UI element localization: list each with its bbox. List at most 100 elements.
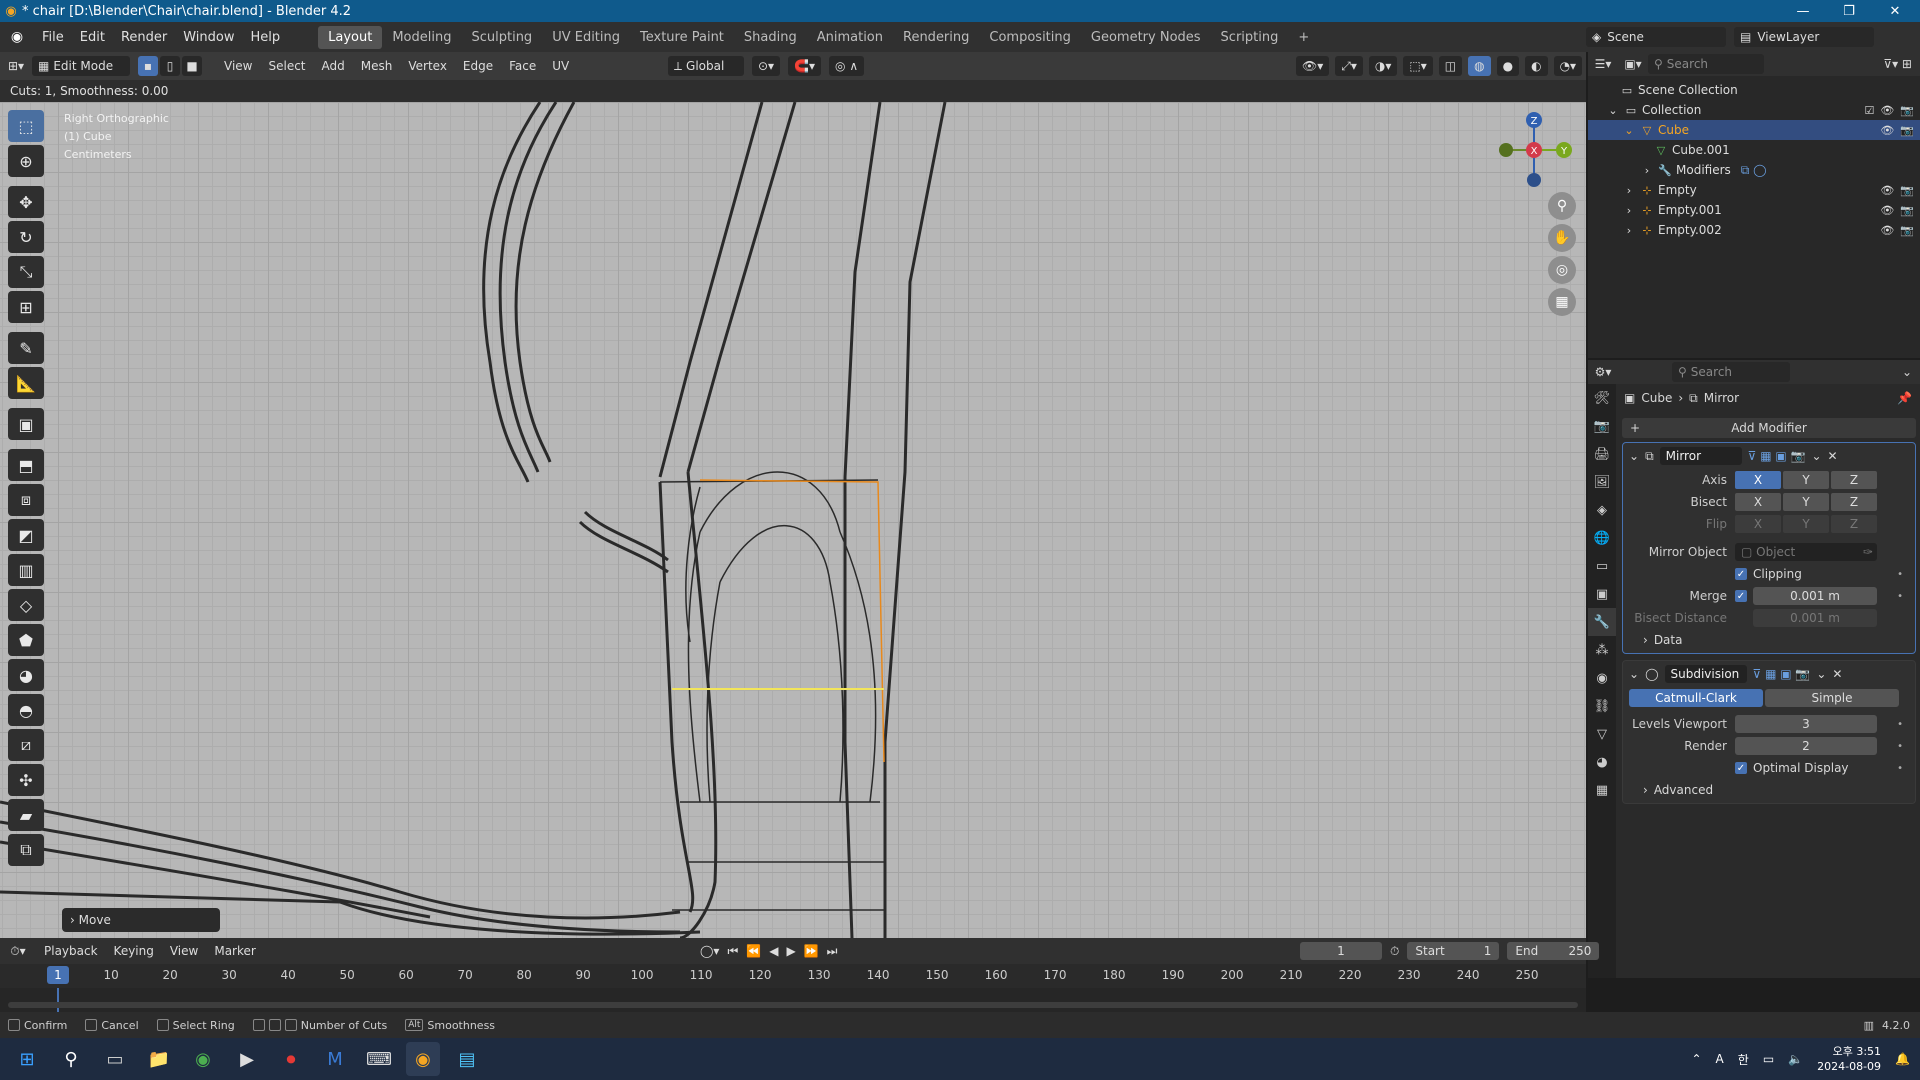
media-player-icon[interactable]: ▶ (230, 1042, 264, 1076)
viewport-menu-uv[interactable]: UV (544, 59, 577, 73)
outliner-row-mesh-data[interactable]: ▽ Cube.001 (1588, 140, 1920, 160)
chevron-down-icon[interactable]: ⌄ (1902, 365, 1912, 379)
scene-tab-icon[interactable]: ◈ (1588, 496, 1616, 524)
maximize-button[interactable]: ❐ (1826, 0, 1872, 22)
menu-window[interactable]: Window (175, 30, 242, 45)
simple-toggle[interactable]: Simple (1765, 689, 1899, 707)
minimize-button[interactable]: — (1780, 0, 1826, 22)
rendered-shading-icon[interactable]: ◔▾ (1553, 56, 1583, 76)
bisect-distance-field[interactable]: 0.001 m (1753, 609, 1877, 627)
flip-z-toggle[interactable]: Z (1831, 515, 1877, 533)
mirror-object-field[interactable]: ▢ Object ✑ (1735, 543, 1877, 561)
chevron-right-icon[interactable]: › (1622, 184, 1636, 197)
navigation-gizmo[interactable]: Z Y X (1494, 108, 1574, 188)
collection-tab-icon[interactable]: ▭ (1588, 552, 1616, 580)
next-keyframe-icon[interactable]: ⏩ (804, 944, 819, 958)
notification-bell-icon[interactable]: 🔔 (1895, 1052, 1910, 1066)
camera-icon[interactable]: 📷 (1900, 224, 1914, 237)
close-window-button[interactable]: ✕ (1872, 0, 1918, 22)
ime-mode-korean[interactable]: 한 (1738, 1051, 1749, 1068)
knife-tool-icon[interactable]: ◇ (8, 589, 44, 621)
flip-y-toggle[interactable]: Y (1783, 515, 1829, 533)
face-select-icon[interactable]: ■ (182, 56, 202, 76)
last-operator-panel[interactable]: › Move (62, 908, 220, 932)
merge-distance-field[interactable]: 0.001 m (1753, 587, 1877, 605)
visibility-icon[interactable]: 👁▾ (1296, 56, 1330, 76)
advanced-subpanel[interactable]: › Advanced (1623, 779, 1915, 801)
current-frame-indicator[interactable]: 1 (47, 966, 69, 984)
bisect-y-toggle[interactable]: Y (1783, 493, 1829, 511)
blender-menu-icon[interactable]: ◉ (0, 29, 34, 45)
world-tab-icon[interactable]: 🌐 (1588, 524, 1616, 552)
view-layer-tab-icon[interactable]: 🖼 (1588, 468, 1616, 496)
shear-tool-icon[interactable]: ▰ (8, 799, 44, 831)
eye-icon[interactable]: 👁 (1880, 104, 1894, 117)
catmull-clark-toggle[interactable]: Catmull-Clark (1629, 689, 1763, 707)
keyframe-dot-icon[interactable]: • (1897, 741, 1903, 752)
clock[interactable]: 오후 3:51 2024-08-09 (1817, 1044, 1881, 1074)
timeline-menu-playback[interactable]: Playback (36, 944, 106, 958)
checkbox-icon[interactable]: ☑ (1864, 104, 1874, 117)
subdivision-modifier-name[interactable]: Subdivision (1664, 665, 1747, 683)
volume-icon[interactable]: 🔈 (1788, 1052, 1803, 1066)
outliner-row-modifiers[interactable]: › 🔧 Modifiers ⧉ ◯ (1588, 160, 1920, 180)
editor-type-icon[interactable]: ⊞▾ (0, 59, 32, 73)
pin-icon[interactable]: 📌 (1897, 391, 1912, 405)
jump-start-icon[interactable]: ⏮ (727, 944, 738, 959)
poly-build-tool-icon[interactable]: ⬟ (8, 624, 44, 656)
jump-end-icon[interactable]: ⏭ (827, 944, 838, 959)
render-tab-icon[interactable]: 📷 (1588, 412, 1616, 440)
timeline-track[interactable] (0, 988, 1586, 1012)
keyframe-dot-icon[interactable]: • (1897, 591, 1903, 602)
record-app-icon[interactable]: ⏺ (274, 1042, 308, 1076)
outliner-editor-type-icon[interactable]: ☰▾ (1588, 57, 1618, 71)
keyframe-dot-icon[interactable]: • (1897, 569, 1903, 580)
end-frame-field[interactable]: End 250 (1507, 942, 1600, 960)
modifier-toggle-icons[interactable]: ⊽ ▦ ▣ 📷 (1748, 449, 1806, 463)
search-icon[interactable]: ⚲ (54, 1042, 88, 1076)
timeline-editor-type-icon[interactable]: ⏱▾ (0, 944, 36, 959)
timeline-menu-view[interactable]: View (162, 944, 206, 958)
eye-icon[interactable]: 👁 (1880, 204, 1894, 217)
keyframe-dot-icon[interactable]: • (1897, 719, 1903, 730)
outliner-row-empty[interactable]: › ⊹ Empty 👁 📷 (1588, 180, 1920, 200)
data-tab-icon[interactable]: ▽ (1588, 720, 1616, 748)
outliner-row-collection[interactable]: ⌄ ▭ Collection ☑ 👁 📷 (1588, 100, 1920, 120)
pan-hand-icon[interactable]: ✋ (1548, 224, 1576, 252)
smooth-tool-icon[interactable]: ◓ (8, 694, 44, 726)
auto-keying-icon[interactable]: ◯▾ (700, 944, 719, 958)
file-explorer-icon[interactable]: 📁 (142, 1042, 176, 1076)
annotate-tool-icon[interactable]: ✎ (8, 332, 44, 364)
workspace-tab-rendering[interactable]: Rendering (893, 26, 979, 49)
workspace-tab-texture-paint[interactable]: Texture Paint (630, 26, 734, 49)
chevron-right-icon[interactable]: › (1640, 164, 1654, 177)
eyedropper-icon[interactable]: ✑ (1863, 543, 1873, 561)
timeline-scrollbar[interactable] (8, 1002, 1578, 1008)
outliner-row-scene-collection[interactable]: ▭ Scene Collection (1588, 80, 1920, 100)
modifier-tab-icon[interactable]: 🔧 (1588, 608, 1616, 636)
extrude-tool-icon[interactable]: ⬒ (8, 449, 44, 481)
camera-icon[interactable]: 📷 (1900, 184, 1914, 197)
scale-tool-icon[interactable]: ⤡ (8, 256, 44, 288)
axis-x-toggle[interactable]: X (1735, 471, 1781, 489)
workspace-tab-layout[interactable]: Layout (318, 25, 383, 49)
camera-view-icon[interactable]: ◎ (1548, 256, 1576, 284)
preview-range-icon[interactable]: ⏱ (1390, 944, 1399, 959)
keyframe-dot-icon[interactable]: • (1897, 763, 1903, 774)
3d-viewport[interactable]: ⊞▾ ▦ Edit Mode ▪ ▯ ■ View Select Add Mesh… (0, 52, 1586, 938)
workspace-tab-sculpting[interactable]: Sculpting (461, 26, 542, 49)
viewport-menu-edge[interactable]: Edge (455, 59, 501, 73)
loop-cut-tool-icon[interactable]: ▥ (8, 554, 44, 586)
xray-toggle-icon[interactable]: ◫ (1438, 56, 1463, 76)
close-icon[interactable]: ✕ (1832, 667, 1842, 681)
zoom-icon[interactable]: ⚲ (1548, 192, 1576, 220)
workspace-tab-shading[interactable]: Shading (734, 26, 807, 49)
display-mode-icon[interactable]: ▣▾ (1618, 57, 1648, 71)
pivot-point-icon[interactable]: ⊙▾ (752, 56, 781, 76)
add-cube-tool-icon[interactable]: ▣ (8, 408, 44, 440)
merge-checkbox[interactable]: ✓ (1735, 590, 1747, 602)
rotate-tool-icon[interactable]: ↻ (8, 221, 44, 253)
menu-file[interactable]: File (34, 30, 72, 45)
chevron-right-icon[interactable]: › (1622, 224, 1636, 237)
mode-selector[interactable]: ▦ Edit Mode (32, 56, 130, 76)
